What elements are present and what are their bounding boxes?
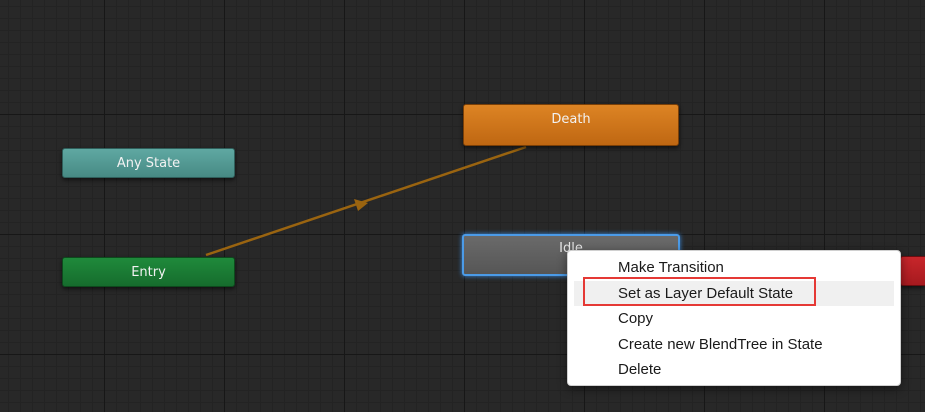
menu-item-set-layer-default[interactable]: Set as Layer Default State (574, 280, 894, 307)
state-exit[interactable] (900, 256, 925, 286)
state-entry-label: Entry (131, 264, 166, 280)
state-death[interactable]: Death (463, 104, 679, 146)
menu-item-create-blendtree[interactable]: Create new BlendTree in State (574, 332, 894, 358)
menu-item-copy[interactable]: Copy (574, 306, 894, 332)
state-death-label: Death (551, 111, 591, 127)
menu-item-delete[interactable]: Delete (574, 357, 894, 383)
menu-item-make-transition[interactable]: Make Transition (574, 255, 894, 281)
state-context-menu: Make Transition Set as Layer Default Sta… (567, 250, 901, 386)
state-any-state-label: Any State (116, 155, 181, 171)
state-any-state[interactable]: Any State (62, 148, 235, 178)
state-entry[interactable]: Entry (62, 257, 235, 287)
